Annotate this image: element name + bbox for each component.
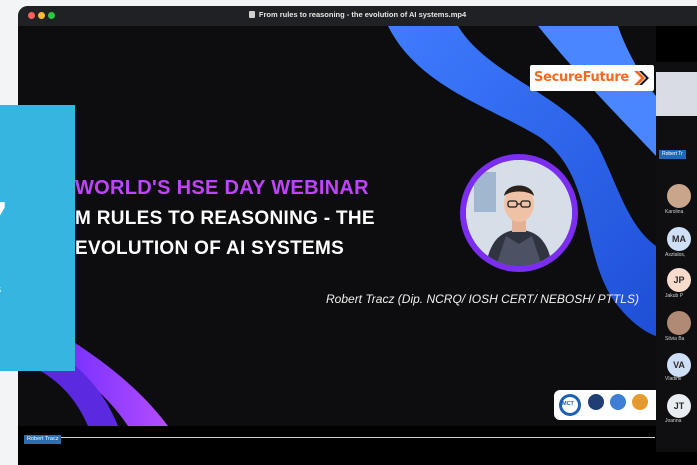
participant-avatar[interactable]: JP [667, 268, 691, 292]
securefuture-logo: SecureFuture [530, 65, 654, 91]
logo-chevron-icon [634, 71, 649, 85]
file-icon [248, 11, 255, 18]
speaker-portrait [466, 160, 572, 266]
overlay-text: s [0, 281, 1, 296]
video-control-bar: Robert Tracz [18, 426, 656, 465]
participant-avatar[interactable] [667, 311, 691, 335]
logo-text: SecureFuture [534, 70, 629, 85]
slide-heading-line2: M RULES TO REASONING - THE [75, 208, 375, 229]
shield-badge-icon [610, 394, 626, 410]
participant-name: Karolina [665, 209, 684, 215]
video-player-window: From rules to reasoning - the evolution … [18, 6, 697, 465]
active-speaker-label: Robert Tr [659, 150, 686, 159]
shield-badge-icon [632, 394, 648, 410]
participant-avatar[interactable]: VA [667, 353, 691, 377]
window-title: From rules to reasoning - the evolution … [258, 10, 467, 19]
participant-avatar[interactable]: JT [667, 394, 691, 418]
participant-name: Silvia Ba [665, 336, 685, 342]
participant-name: Joanna [665, 418, 682, 424]
speaker-credentials: Robert Tracz (Dip. NCRQ/ IOSH CERT/ NEBO… [326, 292, 639, 306]
slide-heading-webinar: WORLD'S HSE DAY WEBINAR [75, 177, 369, 199]
presenter-name-tag: Robert Tracz [24, 435, 62, 444]
accreditation-badges: MCT [554, 390, 656, 420]
participant-video-thumbnail[interactable] [656, 72, 697, 116]
participants-panel: Robert Tr Karolina MA Asztalos, JP Jakub… [656, 62, 697, 452]
participant-avatar[interactable] [667, 184, 691, 208]
playback-progress-bar[interactable] [24, 437, 655, 438]
presentation-slide[interactable]: SecureFuture WORLD'S HSE DAY WEBINAR M R… [18, 26, 656, 426]
window-title-container: From rules to reasoning - the evolution … [18, 10, 697, 19]
participant-name: Jakub P [665, 293, 684, 299]
overlay-number: 7 [0, 191, 7, 251]
slide-heading-line3: EVOLUTION OF AI SYSTEMS [75, 238, 345, 259]
background-window-overlay[interactable]: 7 s [0, 105, 75, 371]
participant-avatar[interactable]: MA [667, 227, 691, 251]
participant-name: Vladimi [665, 376, 682, 382]
title-bar: From rules to reasoning - the evolution … [18, 6, 697, 26]
mct-badge-text: MCT [562, 401, 574, 407]
shield-badge-icon [588, 394, 604, 410]
participant-name: Asztalos, [665, 252, 686, 258]
speaker-photo [466, 160, 572, 266]
